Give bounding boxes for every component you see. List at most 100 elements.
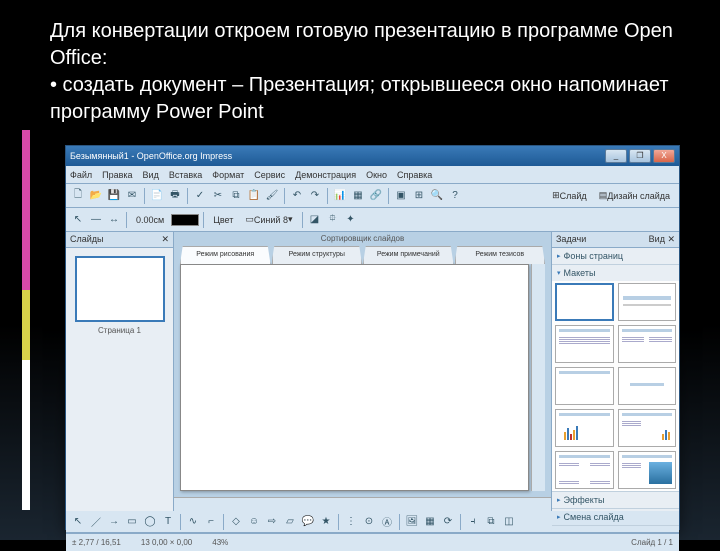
layouts-grid: [552, 281, 679, 491]
text-icon[interactable]: T: [160, 514, 176, 530]
fill-type-label[interactable]: Цвет: [208, 212, 238, 228]
menu-edit[interactable]: Правка: [102, 170, 132, 180]
curve-icon[interactable]: ∿: [185, 514, 201, 530]
zoom-icon[interactable]: 🔍: [429, 188, 445, 204]
section-layouts[interactable]: Макеты: [552, 265, 679, 281]
block-arrows-icon[interactable]: ⇨: [264, 514, 280, 530]
status-position: ± 2,77 / 16,51: [72, 538, 121, 547]
tab-drawing[interactable]: Режим рисования: [180, 246, 271, 264]
tab-handout[interactable]: Режим тезисов: [455, 246, 546, 264]
layout-content-chart[interactable]: [618, 409, 677, 447]
slide-button[interactable]: ⊞ Слайд: [547, 188, 592, 204]
arrow-icon[interactable]: ↖: [70, 212, 86, 228]
vertical-scrollbar[interactable]: [531, 264, 545, 491]
menu-help[interactable]: Справка: [397, 170, 432, 180]
redo-icon[interactable]: ↷: [307, 188, 323, 204]
section-effects[interactable]: Эффекты: [552, 492, 679, 508]
menu-window[interactable]: Окно: [366, 170, 387, 180]
titlebar[interactable]: Безымянный1 - OpenOffice.org Impress _ ❐…: [66, 146, 679, 166]
hyperlink-icon[interactable]: 🔗: [368, 188, 384, 204]
spellcheck-icon[interactable]: ✓: [192, 188, 208, 204]
arrow-line-icon[interactable]: →: [106, 514, 122, 530]
layout-title-content[interactable]: [555, 325, 614, 363]
line-style-icon[interactable]: —: [88, 212, 104, 228]
mail-icon[interactable]: ✉: [124, 188, 140, 204]
cut-icon[interactable]: ✂: [210, 188, 226, 204]
export-pdf-icon[interactable]: 📄: [149, 188, 165, 204]
slide-canvas[interactable]: [180, 264, 529, 491]
align-icon[interactable]: ⫞: [465, 514, 481, 530]
basic-shapes-icon[interactable]: ◇: [228, 514, 244, 530]
arrow-ends-icon[interactable]: ↔: [106, 212, 122, 228]
menu-view[interactable]: Вид: [143, 170, 159, 180]
slide-design-button[interactable]: ▤ Дизайн слайда: [594, 188, 675, 204]
print-icon[interactable]: 🖶: [167, 188, 183, 204]
new-icon[interactable]: 🗋: [70, 188, 86, 204]
minimize-button[interactable]: _: [605, 149, 627, 163]
presentation-icon[interactable]: ▣: [393, 188, 409, 204]
glue-icon[interactable]: ⊙: [361, 514, 377, 530]
section-transition[interactable]: Смена слайда: [552, 509, 679, 525]
save-icon[interactable]: 💾: [106, 188, 122, 204]
tab-notes[interactable]: Режим примечаний: [363, 246, 454, 264]
rotate-icon[interactable]: ⟳: [440, 514, 456, 530]
connector-icon[interactable]: ⌐: [203, 514, 219, 530]
status-zoom[interactable]: 43%: [212, 538, 228, 547]
select-icon[interactable]: ↖: [70, 514, 86, 530]
symbol-shapes-icon[interactable]: ☺: [246, 514, 262, 530]
gallery-icon[interactable]: ▦: [422, 514, 438, 530]
callouts-icon[interactable]: 💬: [300, 514, 316, 530]
layout-content-image[interactable]: [618, 451, 677, 489]
layout-two-content[interactable]: [618, 325, 677, 363]
crop-icon[interactable]: ⯐: [325, 212, 341, 228]
flowchart-icon[interactable]: ▱: [282, 514, 298, 530]
menu-insert[interactable]: Вставка: [169, 170, 202, 180]
section-master-pages[interactable]: Фоны страниц: [552, 248, 679, 264]
close-button[interactable]: X: [653, 149, 675, 163]
menu-format[interactable]: Формат: [212, 170, 244, 180]
layout-title[interactable]: [618, 283, 677, 321]
maximize-button[interactable]: ❐: [629, 149, 651, 163]
rect-icon[interactable]: ▭: [124, 514, 140, 530]
text-line-1: Для конвертации откроем готовую презента…: [50, 18, 690, 72]
layout-blank[interactable]: [555, 283, 614, 321]
view-tabs: Режим рисования Режим структуры Режим пр…: [174, 246, 551, 264]
from-file-icon[interactable]: 🖼: [404, 514, 420, 530]
line-width-field[interactable]: 0.00см: [131, 212, 169, 228]
tab-outline[interactable]: Режим структуры: [272, 246, 363, 264]
layout-title-only[interactable]: [555, 367, 614, 405]
line-icon[interactable]: ／: [88, 514, 104, 530]
ellipse-icon[interactable]: ◯: [142, 514, 158, 530]
open-icon[interactable]: 📂: [88, 188, 104, 204]
layout-four-content[interactable]: [555, 451, 614, 489]
horizontal-scrollbar[interactable]: [174, 497, 551, 511]
points-icon[interactable]: ⋮: [343, 514, 359, 530]
close-panel-icon[interactable]: ✕: [161, 234, 169, 245]
undo-icon[interactable]: ↶: [289, 188, 305, 204]
slide-thumbnail-1[interactable]: [75, 256, 165, 322]
help-icon[interactable]: ?: [447, 188, 463, 204]
menu-slideshow[interactable]: Демонстрация: [295, 170, 356, 180]
tasks-view-link[interactable]: Вид ✕: [649, 234, 675, 245]
status-size: 13 0,00 × 0,00: [141, 538, 192, 547]
effects-icon[interactable]: ✦: [343, 212, 359, 228]
chart-icon[interactable]: 📊: [332, 188, 348, 204]
arrange-icon[interactable]: ⧉: [483, 514, 499, 530]
copy-icon[interactable]: ⧉: [228, 188, 244, 204]
line-color-swatch[interactable]: [171, 214, 199, 226]
layout-centered[interactable]: [618, 367, 677, 405]
layout-chart[interactable]: [555, 409, 614, 447]
slides-panel-title: Слайды ✕: [66, 232, 173, 248]
paste-icon[interactable]: 📋: [246, 188, 262, 204]
extrusion-icon[interactable]: ◫: [501, 514, 517, 530]
format-paint-icon[interactable]: 🖌: [264, 188, 280, 204]
shadow-icon[interactable]: ◪: [307, 212, 323, 228]
table-icon[interactable]: ▦: [350, 188, 366, 204]
fontwork-icon[interactable]: Ⓐ: [379, 514, 395, 530]
menu-file[interactable]: Файл: [70, 170, 92, 180]
menu-tools[interactable]: Сервис: [254, 170, 285, 180]
stars-icon[interactable]: ★: [318, 514, 334, 530]
fill-color-dropdown[interactable]: ▭ Синий 8 ▾: [240, 212, 297, 228]
view-label: Сортировщик слайдов: [174, 232, 551, 246]
navigator-icon[interactable]: ⊞: [411, 188, 427, 204]
